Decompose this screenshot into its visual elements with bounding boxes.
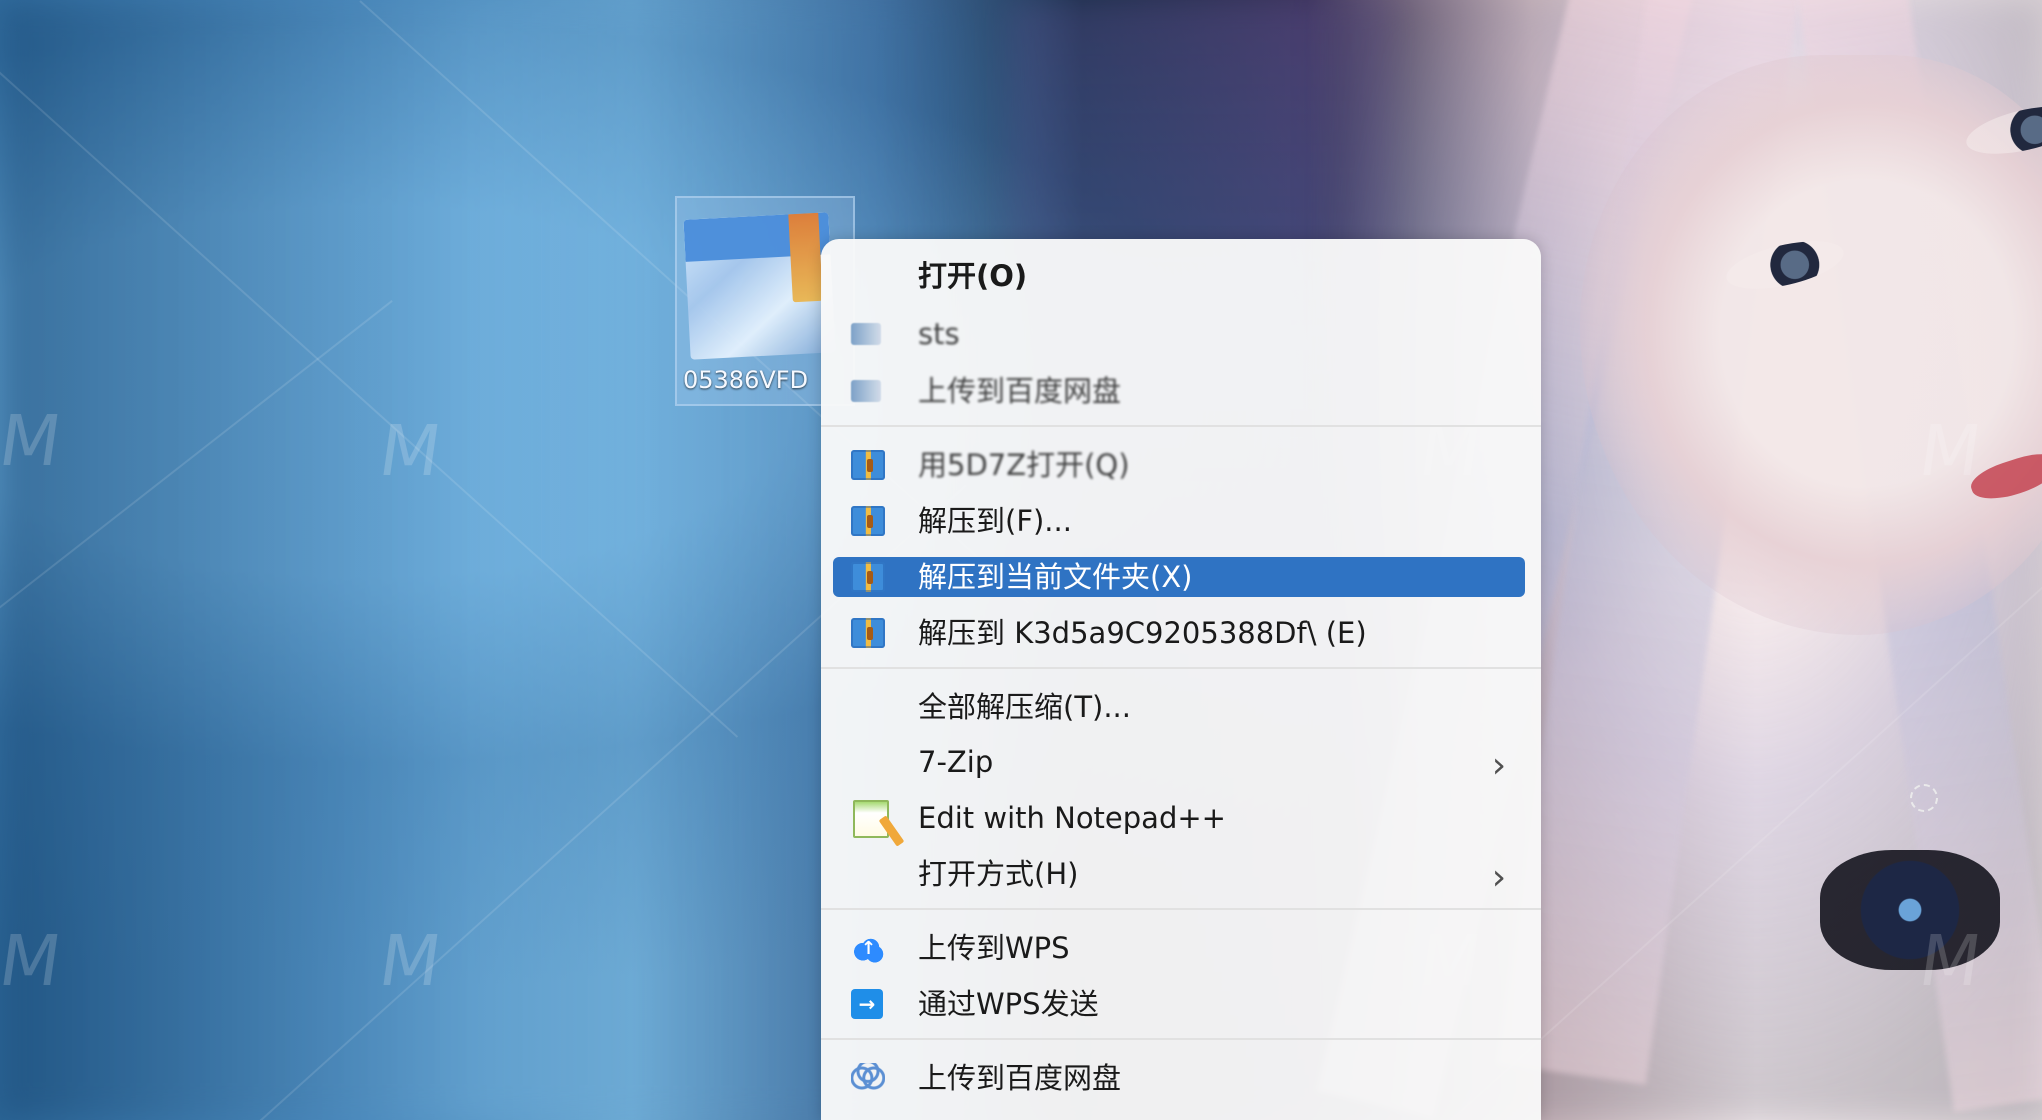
menu-item-upload-baidu[interactable]: 上传到百度网盘 (833, 1058, 1525, 1098)
menu-separator (821, 908, 1541, 910)
menu-item-edit-notepad[interactable]: Edit with Notepad++ (833, 798, 1525, 838)
blurred-small-icon (851, 380, 881, 402)
menu-separator (821, 667, 1541, 669)
menu-item-label: 全部解压缩(T)... (918, 690, 1131, 724)
busy-cursor-icon (1910, 784, 1938, 812)
menu-item-label: 7-Zip (918, 745, 994, 779)
send-icon: → (851, 989, 883, 1019)
menu-item-label: 用5D7Z打开(Q) (918, 448, 1130, 482)
blurred-small-icon (851, 323, 881, 345)
menu-item-open[interactable]: 打开(O) (833, 256, 1525, 296)
menu-item-label: 解压到 K3d5a9C9205388Df\ (E) (918, 616, 1367, 650)
menu-item-upload-wps[interactable]: 上传到WPS (833, 928, 1525, 968)
zip-icon (851, 562, 885, 592)
menu-item-open-with-7zip[interactable]: 用5D7Z打开(Q) (833, 445, 1525, 485)
menu-item-extract-all[interactable]: 全部解压缩(T)... (833, 687, 1525, 727)
zip-icon (851, 618, 885, 648)
menu-separator (821, 425, 1541, 427)
desktop-background: M M M M M M M M 05386VFD 打开(O) sts 上传到百度… (0, 0, 2042, 1120)
blue-wallpaper-area (0, 0, 960, 1120)
menu-item-label: Edit with Notepad++ (918, 801, 1226, 835)
menu-item-label: 通过WPS发送 (918, 987, 1099, 1021)
menu-item-extract-here[interactable]: 解压到当前文件夹(X) (833, 557, 1525, 597)
chevron-right-icon: › (1491, 857, 1507, 898)
menu-item-7zip[interactable]: 7-Zip › (833, 742, 1525, 786)
menu-item-open-with[interactable]: 打开方式(H) › (833, 854, 1525, 898)
archive-thumbnail (683, 212, 836, 360)
zip-icon (851, 506, 885, 536)
menu-item-blurred-sts[interactable]: sts (833, 314, 1525, 354)
menu-item-extract-to[interactable]: 解压到(F)... (833, 501, 1525, 541)
chevron-right-icon: › (1491, 745, 1507, 786)
menu-item-label: 解压到(F)... (918, 504, 1072, 538)
menu-item-label: 打开方式(H) (918, 857, 1079, 891)
menu-item-send-wps[interactable]: → 通过WPS发送 (833, 984, 1525, 1024)
menu-item-label: 打开(O) (918, 259, 1028, 293)
file-context-menu: 打开(O) sts 上传到百度网盘 用5D7Z打开(Q) 解压到(F)... 解… (821, 239, 1541, 1120)
baidu-cloud-icon (851, 1063, 885, 1093)
menu-item-extract-folder[interactable]: 解压到 K3d5a9C9205388Df\ (E) (833, 613, 1525, 653)
menu-item-label: 上传到WPS (918, 931, 1070, 965)
menu-item-label: sts (918, 317, 960, 351)
notepad-icon (853, 800, 889, 838)
cloud-upload-icon (851, 933, 885, 967)
menu-item-label: 解压到当前文件夹(X) (918, 560, 1193, 594)
menu-separator (821, 1038, 1541, 1040)
menu-item-blurred-baidu[interactable]: 上传到百度网盘 (833, 371, 1525, 411)
zip-icon (851, 450, 885, 480)
menu-item-label: 上传到百度网盘 (918, 374, 1122, 408)
menu-item-label: 上传到百度网盘 (918, 1061, 1122, 1095)
